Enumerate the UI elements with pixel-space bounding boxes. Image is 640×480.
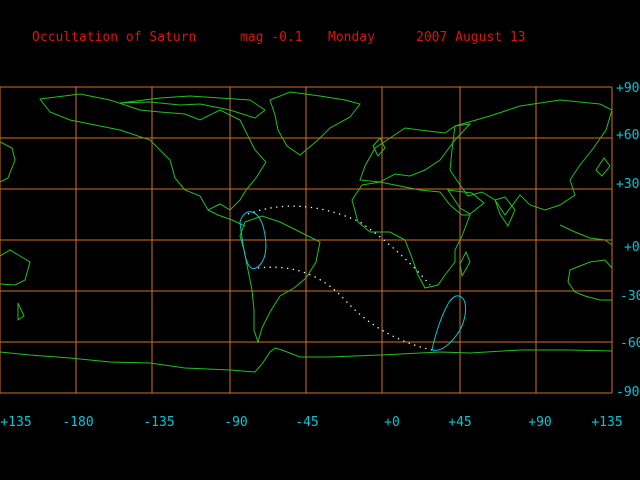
lon-label-zero: +0 (384, 415, 400, 430)
australia-coast (567, 259, 613, 301)
indonesia-coast (559, 224, 613, 246)
lon-label-minus-180: -180 (62, 415, 94, 430)
lon-label-minus-45: -45 (295, 415, 319, 430)
lat-lon-grid (0, 86, 613, 394)
lat-label-plus-30: +30 (616, 177, 640, 192)
arctic-islands-coast (119, 95, 266, 119)
lon-label-minus-90: -90 (224, 415, 248, 430)
south-america-coast (239, 215, 321, 344)
lat-label-zero: +0 (624, 240, 640, 255)
lon-label-plus-135-right: +135 (591, 415, 623, 430)
north-america-coast (39, 93, 267, 211)
africa-coast (351, 181, 471, 289)
greenland-coast (269, 91, 361, 156)
asia-coast (449, 99, 613, 216)
east-asia-west-edge (0, 141, 16, 183)
lon-label-plus-90: +90 (528, 415, 552, 430)
lat-label-plus-60: +60 (616, 128, 640, 143)
lon-label-plus-45: +45 (448, 415, 472, 430)
central-america-coast (207, 209, 246, 227)
japan-coast (595, 157, 611, 177)
australia-west-edge (0, 249, 31, 286)
southern-track-dots (257, 266, 433, 351)
occultation-track (239, 205, 466, 351)
northern-track-dots (247, 205, 431, 286)
lat-label-plus-90: +90 (616, 81, 640, 96)
lat-label-minus-60: -60 (620, 336, 640, 351)
british-isles-coast (372, 137, 386, 157)
new-zealand-coast (17, 302, 25, 321)
occultation-map (0, 86, 613, 394)
lon-label-plus-135-left: +135 (0, 415, 32, 430)
india-coast (494, 196, 516, 228)
madagascar-coast (459, 250, 471, 278)
lon-label-minus-135: -135 (143, 415, 175, 430)
lat-label-minus-90: -90 (616, 385, 640, 400)
lat-label-minus-30: -30 (620, 289, 640, 304)
